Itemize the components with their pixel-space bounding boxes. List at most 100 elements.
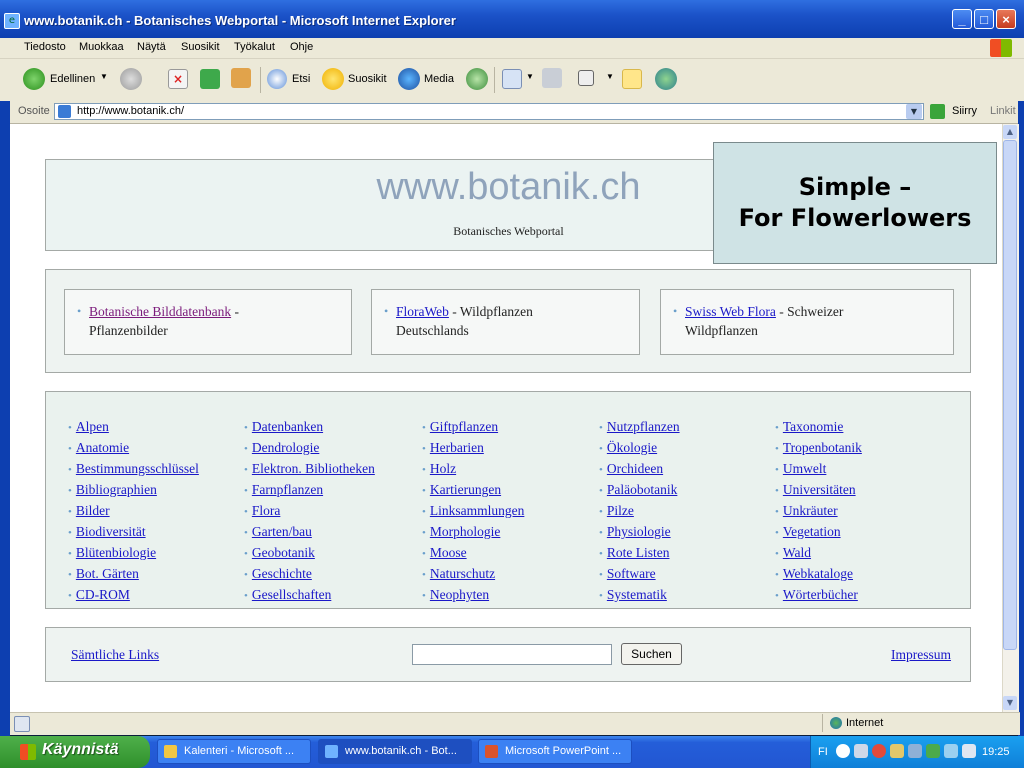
menu-edit[interactable]: Muokkaa <box>79 41 124 53</box>
topic-link[interactable]: Alpen <box>76 419 109 434</box>
topic-link[interactable]: Naturschutz <box>430 566 495 581</box>
maximize-button[interactable]: □ <box>974 9 994 29</box>
topic-link[interactable]: Gesellschaften <box>252 587 331 602</box>
back-button-label[interactable]: Edellinen <box>50 73 95 85</box>
topic-link[interactable]: Tropenbotanik <box>783 440 862 455</box>
menu-view[interactable]: Näytä <box>137 41 166 53</box>
topic-link[interactable]: Dendrologie <box>252 440 319 455</box>
topic-link[interactable]: Elektron. Bibliotheken <box>252 461 375 476</box>
print-icon[interactable] <box>542 68 562 88</box>
topic-link[interactable]: Neophyten <box>430 587 489 602</box>
topic-link[interactable]: Nutzpflanzen <box>607 419 680 434</box>
start-label[interactable]: Käynnistä <box>42 741 118 759</box>
tray-antivirus-icon[interactable] <box>872 744 886 758</box>
topic-link[interactable]: Rote Listen <box>607 545 670 560</box>
messenger-icon[interactable] <box>655 68 677 90</box>
history-icon[interactable] <box>466 68 488 90</box>
taskbar-item-browser[interactable]: www.botanik.ch - Bot... <box>318 739 472 764</box>
refresh-icon[interactable] <box>200 69 220 89</box>
tray-monitor-icon[interactable] <box>962 744 976 758</box>
feature-link[interactable]: Botanische Bilddatenbank <box>89 304 231 319</box>
topic-link[interactable]: Moose <box>430 545 467 560</box>
search-icon[interactable] <box>267 69 287 89</box>
topic-link[interactable]: Kartierungen <box>430 482 501 497</box>
topic-link[interactable]: Flora <box>252 503 281 518</box>
address-url[interactable]: http://www.botanik.ch/ <box>77 105 184 117</box>
topic-link[interactable]: Bibliographien <box>76 482 157 497</box>
media-icon[interactable] <box>398 68 420 90</box>
menu-favorites[interactable]: Suosikit <box>181 41 220 53</box>
topic-link[interactable]: Wald <box>783 545 811 560</box>
topic-link[interactable]: Anatomie <box>76 440 129 455</box>
topic-link[interactable]: Bot. Gärten <box>76 566 139 581</box>
scroll-down-icon[interactable]: ▼ <box>1003 696 1017 710</box>
feature-link[interactable]: FloraWeb <box>396 304 449 319</box>
topic-link[interactable]: Vegetation <box>783 524 841 539</box>
tray-app-icon[interactable] <box>854 744 868 758</box>
topic-link[interactable]: Webkataloge <box>783 566 853 581</box>
topic-link[interactable]: Systematik <box>607 587 667 602</box>
topic-link[interactable]: Bilder <box>76 503 110 518</box>
topic-link[interactable]: Garten/bau <box>252 524 312 539</box>
topic-link[interactable]: Linksammlungen <box>430 503 525 518</box>
favorites-star-icon[interactable] <box>322 68 344 90</box>
minimize-button[interactable]: _ <box>952 9 972 29</box>
topic-link[interactable]: Pilze <box>607 503 634 518</box>
topic-link[interactable]: Orchideen <box>607 461 663 476</box>
address-dropdown-icon[interactable]: ▼ <box>906 104 922 119</box>
topic-link[interactable]: CD-ROM <box>76 587 130 602</box>
topic-link[interactable]: Ökologie <box>607 440 657 455</box>
topic-link[interactable]: Bestimmungsschlüssel <box>76 461 199 476</box>
search-input[interactable] <box>412 644 612 665</box>
topic-link[interactable]: Umwelt <box>783 461 827 476</box>
topic-link[interactable]: Geschichte <box>252 566 312 581</box>
taskbar-item-calendar[interactable]: Kalenteri - Microsoft ... <box>157 739 311 764</box>
topic-link[interactable]: Paläobotanik <box>607 482 678 497</box>
menu-tools[interactable]: Työkalut <box>234 41 275 53</box>
tray-network-icon[interactable] <box>908 744 922 758</box>
taskbar-item-powerpoint[interactable]: Microsoft PowerPoint ... <box>478 739 632 764</box>
topic-link[interactable]: Taxonomie <box>783 419 844 434</box>
tray-people-icon[interactable] <box>890 744 904 758</box>
mail-dropdown-icon[interactable]: ▼ <box>526 72 534 81</box>
back-dropdown-icon[interactable]: ▼ <box>100 72 108 81</box>
language-indicator[interactable]: FI <box>818 746 828 758</box>
topic-link[interactable]: Morphologie <box>430 524 501 539</box>
scroll-up-icon[interactable]: ▲ <box>1003 125 1017 139</box>
stop-icon[interactable]: × <box>168 69 188 89</box>
tray-hardware-icon[interactable] <box>926 744 940 758</box>
all-links-link[interactable]: Sämtliche Links <box>71 647 159 663</box>
feature-link[interactable]: Swiss Web Flora <box>685 304 776 319</box>
media-button-label[interactable]: Media <box>424 73 454 85</box>
close-button[interactable]: × <box>996 9 1016 29</box>
topic-link[interactable]: Unkräuter <box>783 503 838 518</box>
favorites-button-label[interactable]: Suosikit <box>348 73 387 85</box>
topic-link[interactable]: Geobotanik <box>252 545 315 560</box>
mail-icon[interactable] <box>502 69 522 89</box>
topic-link[interactable]: Wörterbücher <box>783 587 858 602</box>
go-arrow-icon[interactable] <box>930 104 945 119</box>
topic-link[interactable]: Herbarien <box>430 440 484 455</box>
forward-arrow-icon[interactable] <box>120 68 142 90</box>
topic-link[interactable]: Giftpflanzen <box>430 419 498 434</box>
links-label[interactable]: Linkit <box>990 105 1016 117</box>
topic-link[interactable]: Datenbanken <box>252 419 323 434</box>
menu-file[interactable]: Tiedosto <box>24 41 66 53</box>
edit-icon[interactable] <box>578 70 594 86</box>
back-arrow-icon[interactable] <box>23 68 45 90</box>
search-button-label[interactable]: Etsi <box>292 73 310 85</box>
edit-dropdown-icon[interactable]: ▼ <box>606 72 614 81</box>
topic-link[interactable]: Holz <box>430 461 456 476</box>
tray-connection-icon[interactable] <box>944 744 958 758</box>
tray-expand-icon[interactable] <box>836 744 850 758</box>
topic-link[interactable]: Biodiversität <box>76 524 146 539</box>
search-button[interactable]: Suchen <box>621 643 682 665</box>
topic-link[interactable]: Farnpflanzen <box>252 482 323 497</box>
address-field[interactable] <box>54 103 924 120</box>
scroll-thumb[interactable] <box>1003 140 1017 650</box>
home-icon[interactable] <box>231 68 251 88</box>
notes-icon[interactable] <box>622 69 642 89</box>
menu-help[interactable]: Ohje <box>290 41 313 53</box>
topic-link[interactable]: Software <box>607 566 656 581</box>
topic-link[interactable]: Physiologie <box>607 524 671 539</box>
